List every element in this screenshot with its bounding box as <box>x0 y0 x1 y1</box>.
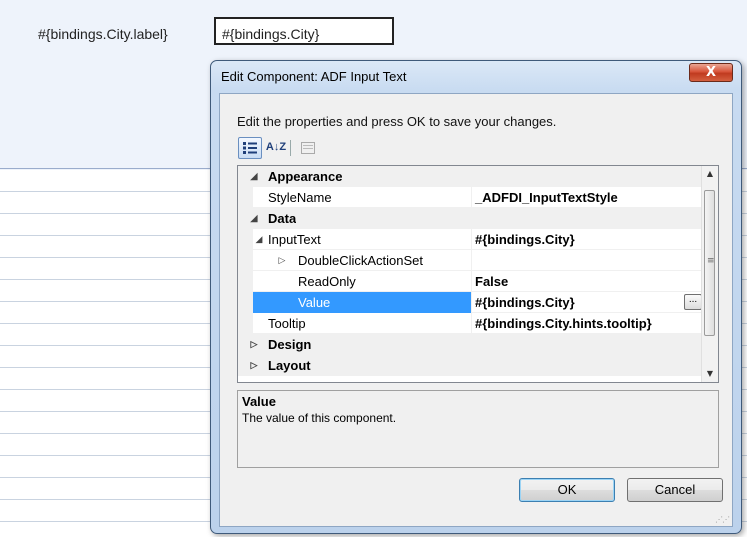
property-name: InputText <box>268 232 321 247</box>
description-text: The value of this component. <box>242 411 397 425</box>
property-name: Tooltip <box>268 316 306 331</box>
property-value[interactable]: #{bindings.City.hints.tooltip} <box>471 313 704 334</box>
property-value[interactable] <box>471 250 704 271</box>
cancel-button[interactable]: Cancel <box>627 478 723 502</box>
toolbar-separator <box>290 140 291 156</box>
edit-component-dialog: Edit Component: ADF Input Text X Edit th… <box>210 60 742 534</box>
row-gutter <box>238 292 253 313</box>
dialog-title: Edit Component: ADF Input Text <box>221 69 407 84</box>
categorized-view-button[interactable] <box>238 137 262 159</box>
grip-icon: ≡ <box>707 256 715 266</box>
vertical-scrollbar[interactable]: ▲ ≡ ▼ <box>701 166 718 382</box>
property-pages-icon <box>301 142 315 154</box>
property-row-inputtext[interactable]: ◢ InputText #{bindings.City} <box>238 229 704 250</box>
property-value[interactable]: False <box>471 271 704 292</box>
property-name: Value <box>253 292 471 313</box>
city-input-cell[interactable]: #{bindings.City} <box>214 17 394 45</box>
instructions-text: Edit the properties and press OK to save… <box>237 114 557 129</box>
dialog-body: Edit the properties and press OK to save… <box>219 93 733 527</box>
ok-button[interactable]: OK <box>519 478 615 502</box>
close-button[interactable]: X <box>689 63 733 82</box>
close-icon: X <box>705 65 717 80</box>
description-pane: Value The value of this component. <box>237 390 719 468</box>
property-grid[interactable]: ◢ Appearance StyleName _ADFDI_InputTextS… <box>237 165 719 383</box>
property-value[interactable]: #{bindings.City} <box>471 229 704 250</box>
category-appearance[interactable]: ◢ Appearance <box>238 166 704 187</box>
expand-icon[interactable]: ▷ <box>248 334 260 355</box>
category-label: Appearance <box>268 169 343 184</box>
category-label: Layout <box>268 358 311 373</box>
property-pages-button[interactable] <box>296 137 320 159</box>
row-gutter <box>238 187 253 208</box>
alphabetical-view-button[interactable]: A↓Z <box>264 137 288 159</box>
property-row-tooltip[interactable]: Tooltip #{bindings.City.hints.tooltip} <box>238 313 704 334</box>
row-gutter <box>238 250 253 271</box>
row-gutter <box>238 313 253 334</box>
row-gutter <box>238 271 253 292</box>
property-row-doubleclickactionset[interactable]: ▷ DoubleClickActionSet <box>238 250 704 271</box>
property-value[interactable]: #{bindings.City} <box>471 292 704 313</box>
category-data[interactable]: ◢ Data <box>238 208 704 229</box>
property-name: StyleName <box>268 190 332 205</box>
property-row-value[interactable]: Value #{bindings.City} ... <box>238 292 704 313</box>
ellipsis-button[interactable]: ... <box>684 294 702 310</box>
category-label: Design <box>268 337 312 352</box>
row-gutter <box>238 229 253 250</box>
collapse-icon[interactable]: ◢ <box>248 166 260 187</box>
property-value[interactable]: _ADFDI_InputTextStyle <box>471 187 704 208</box>
category-layout[interactable]: ▷ Layout <box>238 355 704 376</box>
scroll-up-icon[interactable]: ▲ <box>702 166 718 182</box>
category-label: Data <box>268 211 297 226</box>
property-name: DoubleClickActionSet <box>298 253 424 268</box>
category-design[interactable]: ▷ Design <box>238 334 704 355</box>
city-label: #{bindings.City.label} <box>38 26 168 42</box>
categorized-view-icon <box>243 142 257 154</box>
property-name: ReadOnly <box>298 274 356 289</box>
collapse-icon[interactable]: ◢ <box>248 208 260 229</box>
resize-grip-icon[interactable]: ⋰⋰ <box>715 515 730 524</box>
expand-icon[interactable]: ▷ <box>248 355 260 376</box>
property-row-readonly[interactable]: ReadOnly False <box>238 271 704 292</box>
scrollbar-thumb[interactable]: ≡ <box>704 190 715 336</box>
property-row-stylename[interactable]: StyleName _ADFDI_InputTextStyle <box>238 187 704 208</box>
sort-alphabetical-icon: A↓Z <box>265 141 287 153</box>
scroll-down-icon[interactable]: ▼ <box>702 366 718 382</box>
description-title: Value <box>242 394 276 409</box>
